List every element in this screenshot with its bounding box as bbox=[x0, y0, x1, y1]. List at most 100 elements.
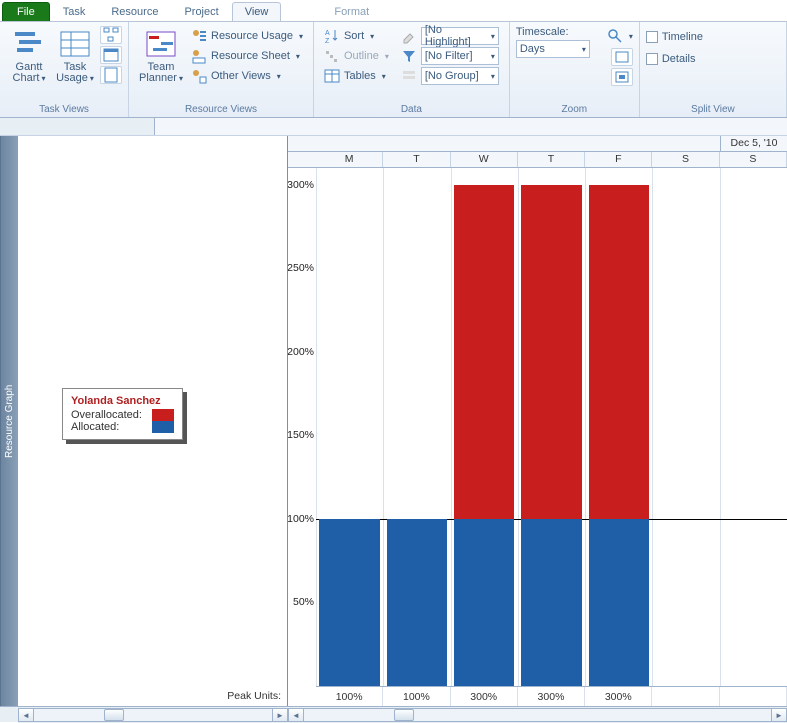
peak-cell bbox=[652, 687, 719, 706]
legend-resource-name: Yolanda Sanchez bbox=[71, 395, 174, 407]
legend-over-label: Overallocated: bbox=[71, 409, 142, 421]
gantt-chart-button[interactable]: Gantt Chart▾ bbox=[6, 26, 52, 84]
scroll-left-button[interactable]: ◄ bbox=[18, 708, 34, 722]
task-usage-icon bbox=[59, 28, 91, 60]
tables-button[interactable]: Tables▾ bbox=[320, 66, 393, 86]
details-checkbox[interactable]: Details bbox=[646, 50, 780, 68]
bar-allocated bbox=[387, 519, 448, 686]
calendar-button[interactable] bbox=[100, 46, 122, 64]
scroll-track[interactable] bbox=[304, 708, 771, 722]
timescale-value: Days bbox=[520, 43, 545, 55]
highlight-icon bbox=[401, 28, 417, 44]
zoom-icon bbox=[607, 28, 623, 44]
zoom-selected-icon bbox=[614, 69, 630, 85]
header-corner bbox=[0, 118, 155, 135]
sort-button[interactable]: AZ Sort▾ bbox=[320, 26, 393, 46]
tab-strip: File Task Resource Project View Format bbox=[0, 0, 787, 22]
gantt-chart-icon bbox=[13, 28, 45, 60]
day-header-cell: F bbox=[585, 152, 652, 167]
scroll-left-button[interactable]: ◄ bbox=[288, 708, 304, 722]
timeline-label: Timeline bbox=[662, 31, 703, 43]
group-icon bbox=[401, 68, 417, 84]
group-resource-views: Resource Views Team Planner▾ Resource Us… bbox=[129, 22, 314, 117]
other-task-views-button[interactable] bbox=[100, 66, 122, 84]
legend-alloc-swatch bbox=[152, 421, 174, 433]
network-diagram-button[interactable] bbox=[100, 26, 122, 44]
peak-cell: 100% bbox=[383, 687, 450, 706]
sheet-icon bbox=[103, 67, 119, 83]
peak-cell bbox=[720, 687, 787, 706]
y-tick-label: 100% bbox=[288, 513, 314, 525]
group-zoom: Zoom Timescale: Days▾ ▾ bbox=[510, 22, 640, 117]
gantt-label: Gantt Chart bbox=[13, 61, 43, 84]
peak-cell: 100% bbox=[316, 687, 383, 706]
task-usage-button[interactable]: Task Usage▾ bbox=[52, 26, 98, 84]
day-header-cell: T bbox=[518, 152, 585, 167]
chart-pane: Dec 5, '10 MTWTFSS 50%100%150%200%250%30… bbox=[288, 136, 787, 706]
group-split-view: Split View Timeline Details bbox=[640, 22, 787, 117]
calendar-icon bbox=[103, 47, 119, 63]
team-planner-icon bbox=[145, 28, 177, 60]
right-scrollbar[interactable]: ◄ ► bbox=[288, 707, 787, 723]
group-task-views: Task Views Gantt Chart▾ Task Usage▾ bbox=[0, 22, 129, 117]
zoom-button[interactable]: ▾ bbox=[607, 26, 633, 46]
header-strip bbox=[0, 118, 787, 136]
scroll-thumb[interactable] bbox=[394, 709, 414, 721]
group-combo[interactable]: [No Group]▾ bbox=[397, 66, 503, 86]
peak-cell: 300% bbox=[518, 687, 585, 706]
bar-allocated bbox=[454, 519, 515, 686]
y-tick-label: 250% bbox=[288, 262, 314, 274]
group-label: Zoom bbox=[510, 104, 639, 115]
left-scrollbar[interactable]: ◄ ► bbox=[18, 707, 288, 723]
resource-sheet-label: Resource Sheet bbox=[211, 50, 290, 62]
tab-view[interactable]: View bbox=[232, 2, 282, 21]
timescale-combo[interactable]: Days▾ bbox=[516, 40, 590, 58]
other-resource-views-button[interactable]: Other Views▾ bbox=[187, 66, 307, 86]
ribbon: Task Views Gantt Chart▾ Task Usage▾ Reso… bbox=[0, 22, 787, 118]
highlight-combo[interactable]: [No Highlight]▾ bbox=[397, 26, 503, 46]
zoom-entire-button[interactable] bbox=[611, 48, 633, 66]
tab-file[interactable]: File bbox=[2, 2, 50, 21]
resource-usage-label: Resource Usage bbox=[211, 30, 293, 42]
grid-line bbox=[383, 168, 384, 686]
team-planner-button[interactable]: Team Planner▾ bbox=[135, 26, 187, 86]
tab-project[interactable]: Project bbox=[171, 2, 231, 21]
legend-alloc-label: Allocated: bbox=[71, 421, 119, 433]
outline-button[interactable]: Outline▾ bbox=[320, 46, 393, 66]
group-value: [No Group] bbox=[425, 70, 479, 82]
tab-format[interactable]: Format bbox=[321, 2, 382, 21]
legend-box: Yolanda Sanchez Overallocated: Allocated… bbox=[62, 388, 183, 440]
scroll-right-button[interactable]: ► bbox=[771, 708, 787, 722]
scroll-right-button[interactable]: ► bbox=[272, 708, 288, 722]
view-side-tab[interactable]: Resource Graph bbox=[0, 136, 18, 706]
grid-line bbox=[652, 168, 653, 686]
zoom-selected-button[interactable] bbox=[611, 68, 633, 86]
resource-usage-button[interactable]: Resource Usage▾ bbox=[187, 26, 307, 46]
bar-overallocated bbox=[521, 185, 582, 519]
outline-icon bbox=[324, 48, 340, 64]
y-tick-label: 150% bbox=[288, 429, 314, 441]
tab-task[interactable]: Task bbox=[50, 2, 99, 21]
group-data: Data AZ Sort▾ Outline▾ Tables▾ bbox=[314, 22, 510, 117]
team-planner-label: Team Planner bbox=[139, 61, 177, 84]
bar-allocated bbox=[521, 519, 582, 686]
timeline-checkbox[interactable]: Timeline bbox=[646, 28, 780, 46]
tab-resource[interactable]: Resource bbox=[98, 2, 171, 21]
scroll-track[interactable] bbox=[34, 708, 272, 722]
plot-area[interactable]: 100%100%300%300%300% bbox=[316, 168, 787, 706]
checkbox-icon bbox=[646, 53, 658, 65]
other-views-label: Other Views bbox=[211, 70, 271, 82]
zoom-entire-icon bbox=[614, 49, 630, 65]
resource-sheet-button[interactable]: Resource Sheet▾ bbox=[187, 46, 307, 66]
y-axis: 50%100%150%200%250%300% bbox=[288, 168, 316, 686]
grid-line bbox=[720, 168, 721, 686]
y-tick-label: 300% bbox=[288, 179, 314, 191]
legend-over-swatch bbox=[152, 409, 174, 421]
scroll-thumb[interactable] bbox=[104, 709, 124, 721]
grid-line bbox=[451, 168, 452, 686]
filter-combo[interactable]: [No Filter]▾ bbox=[397, 46, 503, 66]
day-header-cell: T bbox=[383, 152, 450, 167]
grid-line bbox=[585, 168, 586, 686]
other-views-icon bbox=[191, 68, 207, 84]
bar-allocated bbox=[589, 519, 650, 686]
